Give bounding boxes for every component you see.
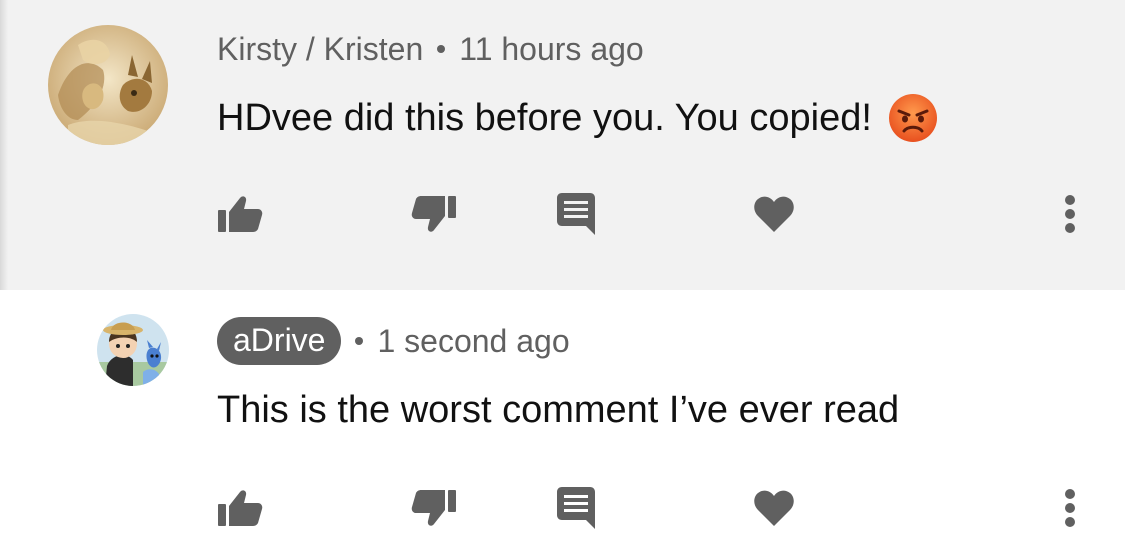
angry-face-emoji-icon: [888, 93, 938, 143]
author-name[interactable]: Kirsty / Kristen: [217, 31, 423, 68]
separator-dot: [437, 45, 446, 53]
avatar-image: [48, 25, 168, 145]
heart-icon[interactable]: [752, 484, 796, 532]
comment-reply-icon[interactable]: [554, 190, 598, 238]
comment: aDrive 1 second ago This is the worst co…: [0, 290, 1125, 549]
comment-highlighted: Kirsty / Kristen 11 hours ago HDvee did …: [0, 0, 1125, 290]
avatar[interactable]: [97, 314, 169, 386]
more-vertical-icon[interactable]: [1058, 484, 1082, 532]
comment-meta: aDrive 1 second ago: [217, 317, 570, 365]
comment-text: HDvee did this before you. You copied!: [217, 96, 872, 139]
comment-text-row: This is the worst comment I’ve ever read: [217, 384, 899, 436]
timestamp[interactable]: 1 second ago: [377, 323, 569, 360]
comment-text: This is the worst comment I’ve ever read: [217, 388, 900, 431]
separator-dot: [355, 337, 364, 345]
timestamp[interactable]: 11 hours ago: [459, 31, 643, 68]
highlight-edge: [0, 0, 8, 290]
comment-reply-icon[interactable]: [554, 484, 598, 532]
channel-owner-author-badge[interactable]: aDrive: [217, 317, 342, 365]
comment-meta: Kirsty / Kristen 11 hours ago: [217, 27, 644, 71]
heart-icon[interactable]: [752, 190, 796, 238]
avatar-image: [97, 314, 169, 386]
thumbs-up-icon[interactable]: [216, 190, 264, 238]
thumbs-up-icon[interactable]: [216, 484, 264, 532]
thumbs-down-icon[interactable]: [410, 190, 458, 238]
avatar[interactable]: [48, 25, 168, 145]
comment-text-row: HDvee did this before you. You copied!: [217, 92, 938, 144]
more-vertical-icon[interactable]: [1058, 190, 1082, 238]
thumbs-down-icon[interactable]: [410, 484, 458, 532]
